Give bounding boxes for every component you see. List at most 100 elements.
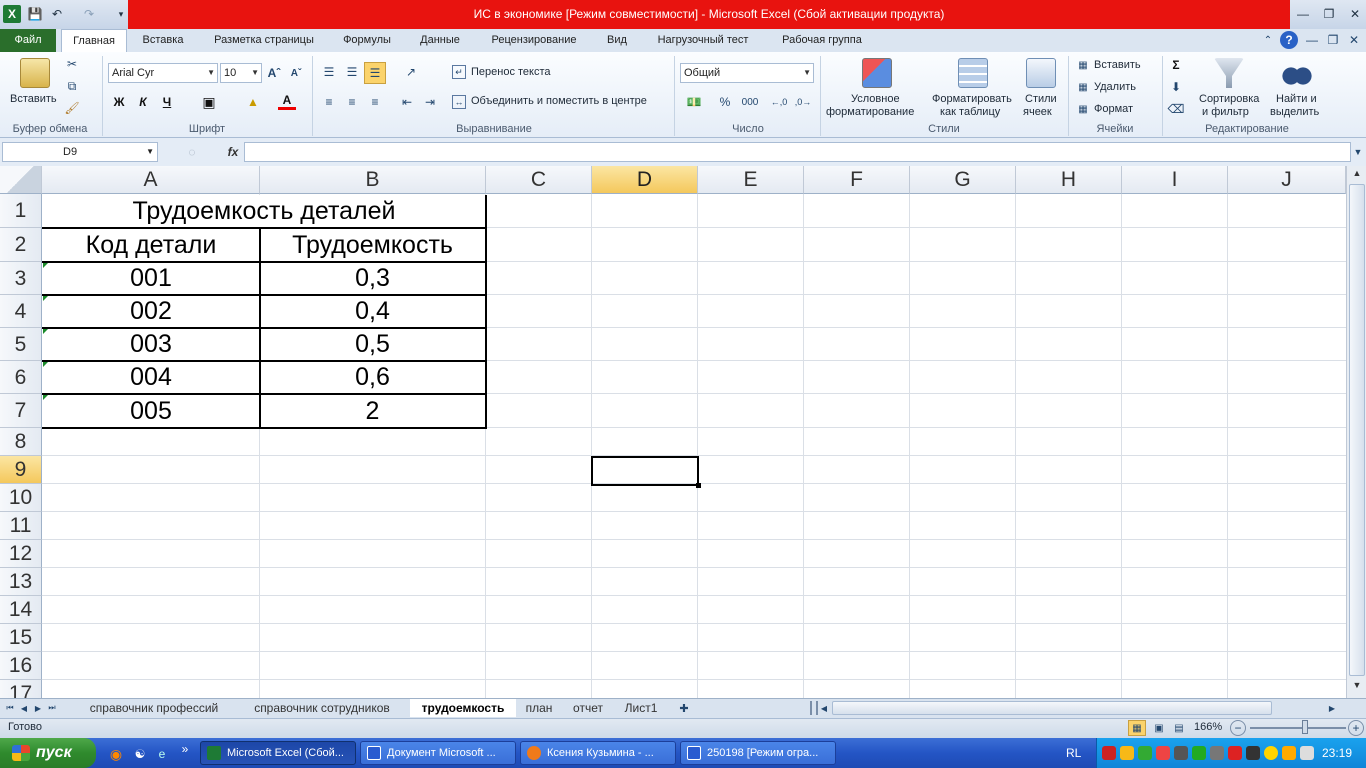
font-size-select[interactable]: 10 ▼ <box>220 63 262 83</box>
column-header-h[interactable]: H <box>1016 166 1122 194</box>
wrap-text-button[interactable]: Перенос текста <box>471 66 551 78</box>
column-header-f[interactable]: F <box>804 166 910 194</box>
language-indicator[interactable]: RL <box>1066 746 1081 760</box>
name-box[interactable]: D9 ▼ <box>2 142 158 162</box>
row-header-16[interactable]: 16 <box>0 652 42 680</box>
cell-part-code[interactable]: 004 <box>43 361 259 394</box>
row-header-1[interactable]: 1 <box>0 194 42 228</box>
network-icon[interactable]: ☯ <box>130 744 150 764</box>
paste-button[interactable]: Вставить <box>10 93 57 105</box>
sheet-tab-plan[interactable]: план <box>518 699 560 717</box>
sheet-tab-labor[interactable]: трудоемкость <box>410 699 516 717</box>
tray-app-icon[interactable] <box>1174 746 1188 760</box>
zoom-in-icon[interactable]: + <box>1348 720 1364 736</box>
format-as-table-label-1[interactable]: Форматировать <box>932 93 1012 105</box>
tab-page-layout[interactable]: Разметка страницы <box>204 29 324 52</box>
fill-color-icon[interactable]: ▲ <box>244 93 262 111</box>
tray-app-icon[interactable] <box>1210 746 1224 760</box>
column-header-c[interactable]: C <box>486 166 592 194</box>
help-icon[interactable]: ? <box>1280 31 1298 49</box>
tab-data[interactable]: Данные <box>410 29 470 52</box>
minimize-button[interactable]: — <box>1290 4 1316 24</box>
taskbar-firefox[interactable]: Ксения Кузьмина - ... <box>520 741 676 765</box>
doc-close-icon[interactable]: ✕ <box>1345 31 1363 49</box>
sheet-tab-sheet1[interactable]: Лист1 <box>616 699 666 717</box>
column-header-a[interactable]: A <box>42 166 260 194</box>
borders-icon[interactable]: ▣ <box>200 93 218 111</box>
tray-app-icon[interactable] <box>1282 746 1296 760</box>
conditional-formatting-label-1[interactable]: Условное <box>851 93 900 105</box>
taskbar-excel[interactable]: Microsoft Excel (Сбой... <box>200 741 356 765</box>
align-right-icon[interactable]: ≡ <box>366 93 384 111</box>
autosum-button[interactable]: Σ <box>1168 57 1184 73</box>
prev-sheet-icon[interactable]: ◀ <box>18 700 30 716</box>
tray-app-icon[interactable] <box>1300 746 1314 760</box>
row-header-13[interactable]: 13 <box>0 568 42 596</box>
tray-app-icon[interactable] <box>1192 746 1206 760</box>
tray-app-icon[interactable] <box>1228 746 1242 760</box>
zoom-level[interactable]: 166% <box>1194 721 1222 733</box>
row-header-6[interactable]: 6 <box>0 361 42 394</box>
scroll-up-icon[interactable]: ▲ <box>1349 168 1365 182</box>
increase-indent-icon[interactable]: ⇥ <box>421 93 439 111</box>
cell-part-code[interactable]: 001 <box>43 262 259 295</box>
tab-insert[interactable]: Вставка <box>132 29 194 52</box>
formula-input[interactable] <box>244 142 1351 162</box>
tab-workgroup[interactable]: Рабочая группа <box>770 29 874 52</box>
doc-minimize-icon[interactable]: — <box>1303 31 1321 49</box>
align-middle-icon[interactable]: ☰ <box>343 63 361 81</box>
zoom-slider-track[interactable] <box>1250 727 1346 729</box>
shrink-font-icon[interactable]: Aˇ <box>288 64 304 82</box>
italic-button[interactable]: К <box>134 93 152 111</box>
scroll-thumb[interactable] <box>1349 184 1365 676</box>
decrease-indent-icon[interactable]: ⇤ <box>398 93 416 111</box>
expand-formula-icon[interactable]: ▼ <box>1351 143 1365 161</box>
cell-part-code[interactable]: 002 <box>43 295 259 328</box>
tab-view[interactable]: Вид <box>598 29 636 52</box>
sheet-tab-report[interactable]: отчет <box>562 699 614 717</box>
firefox-icon[interactable]: ◉ <box>106 744 126 764</box>
row-header-2[interactable]: 2 <box>0 228 42 262</box>
column-header-g[interactable]: G <box>910 166 1016 194</box>
select-all-button[interactable] <box>0 166 42 194</box>
row-header-10[interactable]: 10 <box>0 484 42 512</box>
first-sheet-icon[interactable]: ⏮ <box>4 700 16 716</box>
delete-cells-button[interactable]: Удалить <box>1094 81 1136 93</box>
cell-labor-value[interactable]: 0,6 <box>260 361 485 394</box>
horizontal-scroll-thumb[interactable] <box>832 701 1272 715</box>
row-header-14[interactable]: 14 <box>0 596 42 624</box>
row-header-3[interactable]: 3 <box>0 262 42 295</box>
format-cells-button[interactable]: Формат <box>1094 103 1133 115</box>
tab-load-test[interactable]: Нагрузочный тест <box>646 29 760 52</box>
worksheet-grid[interactable]: A B C D E F G H I J 1 2 3 4 5 6 7 8 9 10… <box>0 166 1346 698</box>
undo-icon[interactable]: ↶ <box>48 5 66 23</box>
zoom-slider-thumb[interactable] <box>1302 720 1308 734</box>
cell-labor-value[interactable]: 2 <box>260 394 485 428</box>
row-header-7[interactable]: 7 <box>0 394 42 428</box>
cell-part-code[interactable]: 005 <box>43 394 259 428</box>
find-select-label-1[interactable]: Найти и <box>1276 93 1317 105</box>
ribbon-collapse-icon[interactable]: ⌃ <box>1260 31 1276 49</box>
row-header-9[interactable]: 9 <box>0 456 42 484</box>
paste-icon[interactable] <box>20 58 50 88</box>
tab-home[interactable]: Главная <box>61 29 127 52</box>
column-header-i[interactable]: I <box>1122 166 1228 194</box>
column-header-d[interactable]: D <box>592 166 698 194</box>
orientation-icon[interactable]: ↗ <box>398 63 424 81</box>
active-cell[interactable] <box>591 456 699 486</box>
table-title[interactable]: Трудоемкость деталей <box>43 195 485 228</box>
tray-app-icon[interactable] <box>1102 746 1116 760</box>
scroll-right-icon[interactable]: ▶ <box>1326 700 1338 716</box>
vertical-scrollbar[interactable]: ▲ ▼ <box>1346 166 1366 698</box>
quicklaunch-more-icon[interactable]: » <box>178 742 192 756</box>
taskbar-word-doc[interactable]: Документ Microsoft ... <box>360 741 516 765</box>
font-name-select[interactable]: Arial Cyr ▼ <box>108 63 218 83</box>
page-break-view-icon[interactable]: ▤ <box>1170 720 1188 736</box>
clear-icon[interactable]: ⌫ <box>1168 101 1185 117</box>
increase-decimal-icon[interactable]: ←,0 <box>770 93 788 111</box>
row-header-12[interactable]: 12 <box>0 540 42 568</box>
tab-split-handle[interactable] <box>810 701 818 715</box>
insert-function-button[interactable]: fx <box>224 143 242 161</box>
normal-view-icon[interactable]: ▦ <box>1128 720 1146 736</box>
row-header-4[interactable]: 4 <box>0 295 42 328</box>
